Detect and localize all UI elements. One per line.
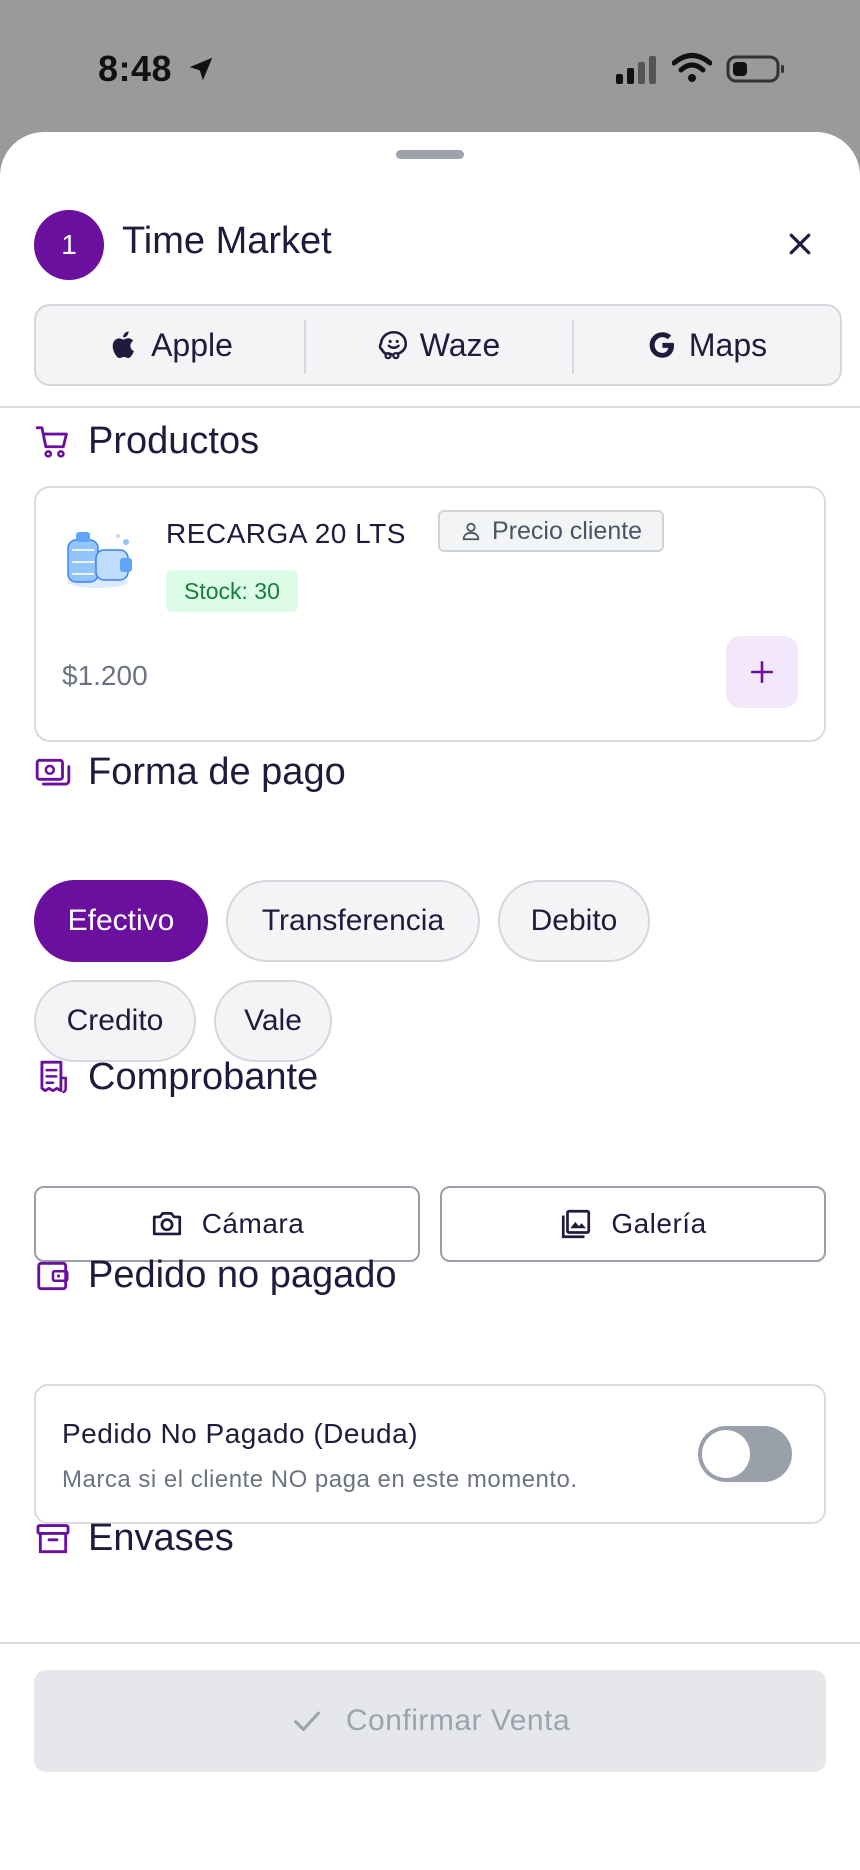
close-button[interactable] [780, 224, 820, 264]
customer-title: Time Market [122, 220, 332, 262]
battery-icon [726, 55, 784, 83]
footer-divider [0, 1642, 860, 1644]
payment-option-credito[interactable]: Credito [34, 980, 196, 1062]
camera-icon [152, 1212, 181, 1236]
plus-icon [750, 660, 774, 684]
cash-icon [35, 758, 71, 786]
containers-section-title: Envases [34, 1517, 234, 1560]
receipt-icon [40, 1060, 67, 1094]
payment-option-efectivo[interactable]: Efectivo [34, 880, 208, 962]
location-arrow-icon [189, 57, 213, 81]
unpaid-title-text: Pedido no pagado [88, 1254, 397, 1296]
payment-option-debito[interactable]: Debito [498, 880, 650, 962]
unpaid-order-title: Pedido No Pagado (Deuda) [62, 1418, 419, 1449]
google-g-icon [649, 332, 674, 358]
receipt-section-title: Comprobante [34, 1056, 318, 1099]
stock-badge: Stock: 30 [166, 570, 298, 612]
product-price: $1.200 [62, 660, 148, 691]
unpaid-order-toggle[interactable] [698, 1426, 792, 1482]
gallery-label: Galería [611, 1208, 707, 1239]
waze-label: Waze [419, 326, 501, 363]
products-title-text: Productos [88, 420, 260, 462]
navigation-options: Apple Waze Maps [34, 304, 842, 386]
apple-icon [112, 331, 134, 359]
apple-maps-button[interactable]: Apple [36, 306, 304, 384]
google-maps-label: Maps [688, 326, 768, 363]
gallery-button[interactable]: Galería [440, 1186, 826, 1262]
google-maps-button[interactable]: Maps [572, 306, 840, 384]
sheet-grabber[interactable] [396, 150, 464, 159]
status-time: 8:48 [98, 48, 173, 89]
receipt-title-text: Comprobante [88, 1056, 319, 1098]
unpaid-order-card: Pedido No Pagado (Deuda) Marca si el cli… [34, 1384, 826, 1524]
payment-section-title: Forma de pago [34, 751, 346, 794]
products-section-title: Productos [34, 420, 259, 463]
check-icon [293, 1711, 320, 1732]
header-divider [0, 406, 860, 408]
user-icon [462, 522, 480, 541]
payment-title-text: Forma de pago [88, 751, 346, 793]
wallet-icon [37, 1261, 69, 1290]
confirm-sale-button[interactable]: Confirmar Venta [34, 1670, 826, 1772]
add-product-button[interactable] [726, 636, 798, 708]
containers-title-text: Envases [88, 1517, 234, 1559]
wifi-icon [672, 53, 712, 82]
camera-label: Cámara [201, 1208, 305, 1239]
unpaid-section-title: Pedido no pagado [34, 1254, 397, 1297]
shopping-cart-icon [35, 425, 68, 458]
confirm-sale-label: Confirmar Venta [345, 1704, 571, 1737]
camera-button[interactable]: Cámara [34, 1186, 420, 1262]
order-number-badge: 1 [34, 210, 104, 280]
toggle-knob [702, 1430, 750, 1478]
water-jug-image [67, 532, 132, 588]
customer-price-tag: Precio cliente [438, 510, 665, 552]
apple-maps-label: Apple [151, 326, 233, 363]
close-icon [789, 233, 811, 255]
payment-option-vale[interactable]: Vale [214, 980, 332, 1062]
price-tag-label: Precio cliente [492, 516, 643, 545]
order-bottom-sheet: 1 Time Market Apple Waze Maps Productos … [0, 132, 860, 1870]
gallery-icon [562, 1209, 591, 1239]
waze-button[interactable]: Waze [304, 306, 572, 384]
status-bar: 8:48 [0, 0, 860, 135]
cellular-signal-icon [616, 56, 656, 84]
unpaid-order-description: Marca si el cliente NO paga en este mome… [62, 1466, 578, 1493]
product-card: RECARGA 20 LTS Precio cliente Stock: 30 … [34, 486, 826, 742]
archive-box-icon [36, 1523, 70, 1553]
product-name: RECARGA 20 LTS [166, 518, 406, 549]
waze-icon [378, 330, 407, 360]
payment-option-transferencia[interactable]: Transferencia [226, 880, 480, 962]
